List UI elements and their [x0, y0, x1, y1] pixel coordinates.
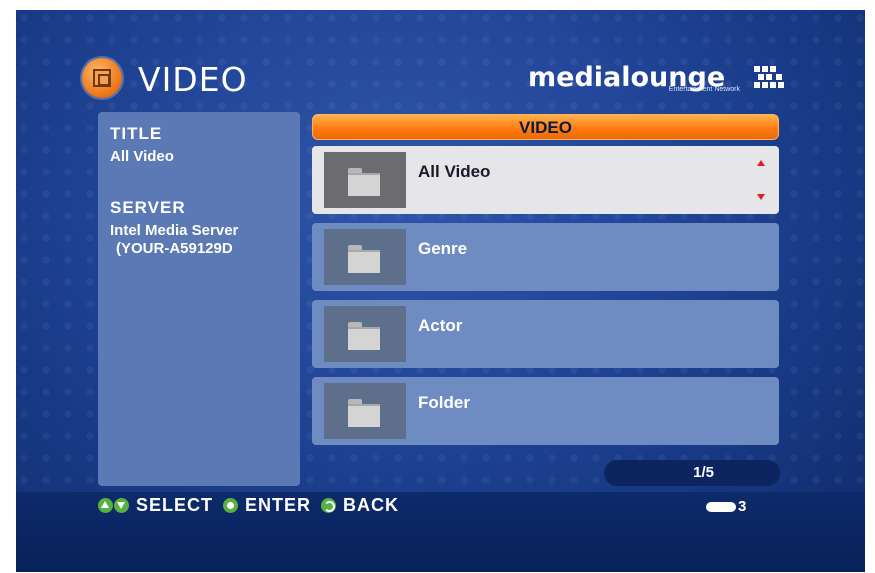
title-label: TITLE: [110, 124, 163, 143]
status-count: 3: [738, 498, 747, 515]
list-item-all-video[interactable]: All Video: [312, 146, 779, 214]
enter-button-icon: [223, 497, 239, 513]
select-hint: SELECT: [136, 494, 214, 515]
scroll-down-icon[interactable]: [757, 194, 765, 200]
battery-icon: [706, 502, 736, 512]
down-button-icon: [114, 497, 129, 513]
server-host: (YOUR-A59129D: [116, 240, 233, 257]
list-item-folder[interactable]: Folder: [312, 377, 779, 445]
page-indicator: 1/5: [604, 460, 780, 486]
thumbnail: [324, 383, 406, 439]
enter-hint: ENTER: [245, 494, 312, 515]
list-item-label: Genre: [418, 239, 468, 258]
list-header: VIDEO: [312, 114, 779, 140]
list-header-label: VIDEO: [519, 118, 572, 137]
folder-icon: [348, 245, 380, 273]
folder-icon: [348, 399, 380, 427]
logo-tagline: Entertainment Network: [668, 86, 740, 93]
logo-grid-icon: [754, 66, 784, 92]
thumbnail: [324, 306, 406, 362]
medialounge-logo: medialounge Entertainment Network: [528, 62, 784, 98]
up-button-icon: [98, 497, 113, 513]
server-name: Intel Media Server: [110, 222, 239, 239]
page-title: VIDEO: [138, 60, 248, 99]
list-item-label: All Video: [418, 162, 491, 181]
list-item-label: Folder: [418, 393, 470, 412]
thumbnail: [324, 229, 406, 285]
button-legend: SELECT ENTER BACK: [98, 494, 409, 516]
server-label: SERVER: [110, 198, 186, 217]
scroll-up-icon[interactable]: [757, 160, 765, 166]
folder-icon: [348, 168, 380, 196]
list-item-genre[interactable]: Genre: [312, 223, 779, 291]
back-hint: BACK: [343, 494, 400, 515]
title-value: All Video: [110, 148, 174, 165]
list-item-actor[interactable]: Actor: [312, 300, 779, 368]
video-film-icon: [82, 58, 122, 98]
list-item-label: Actor: [418, 316, 463, 335]
info-panel: [98, 112, 300, 486]
thumbnail: [324, 152, 406, 208]
folder-icon: [348, 322, 380, 350]
back-button-icon: [321, 497, 337, 513]
